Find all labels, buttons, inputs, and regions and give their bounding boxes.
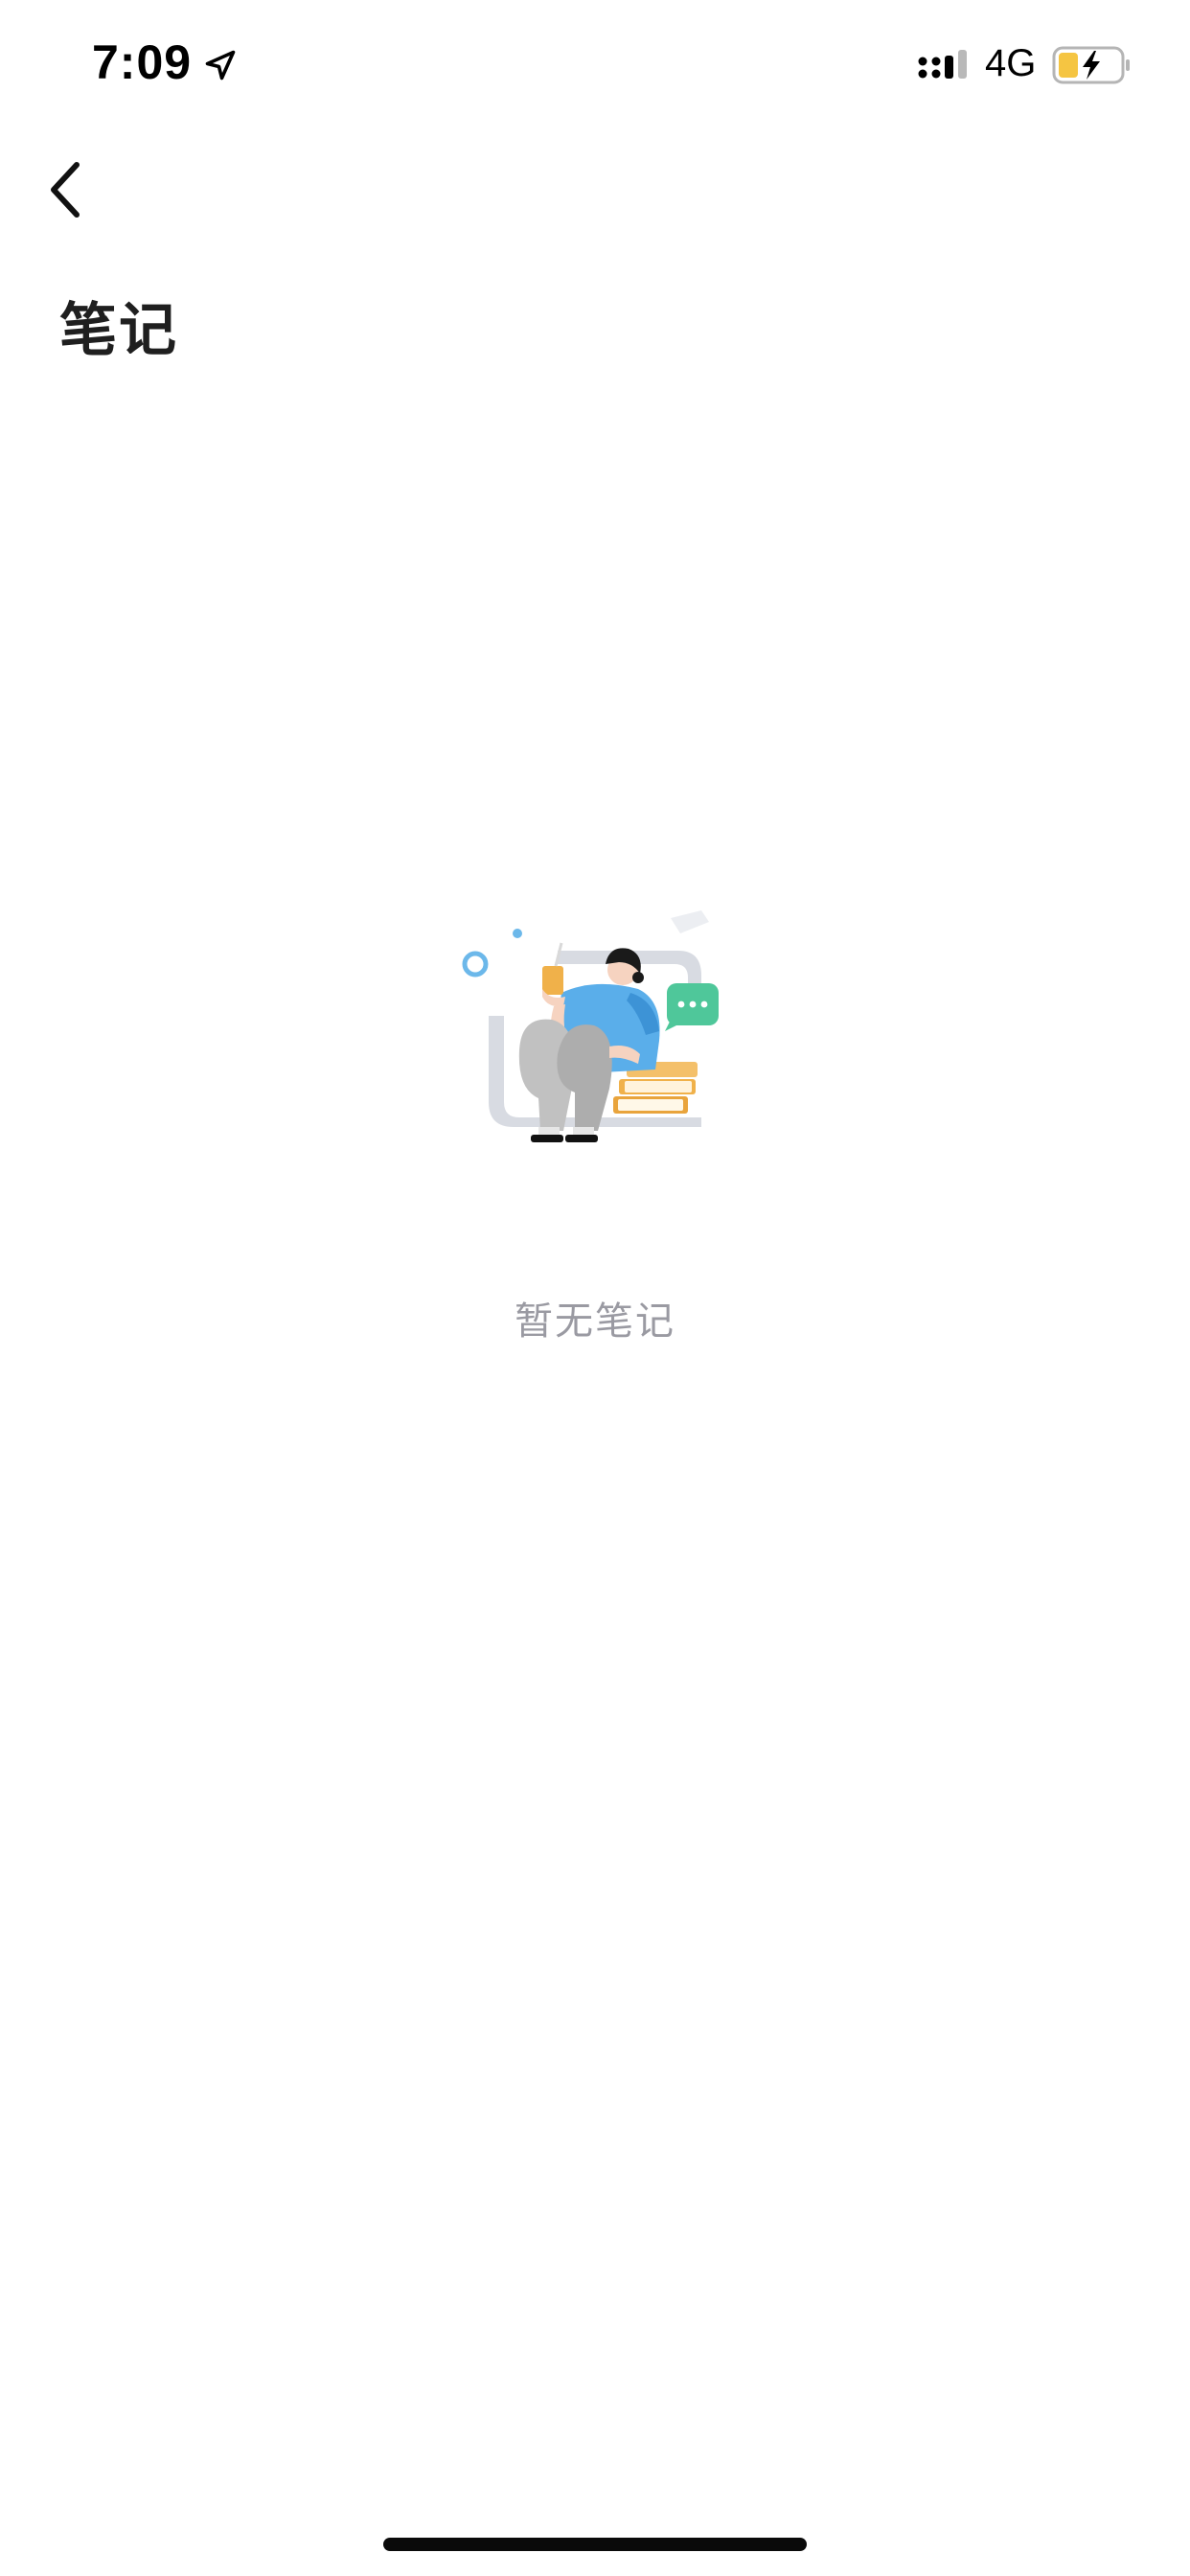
battery-charging-icon <box>1052 46 1130 84</box>
home-indicator[interactable] <box>383 2538 807 2551</box>
network-label: 4G <box>985 42 1037 84</box>
status-time: 7:09 <box>92 35 193 89</box>
chevron-left-icon <box>51 162 80 218</box>
cellular-signal-icon <box>918 50 967 79</box>
location-arrow-icon <box>205 50 236 80</box>
status-bar: 7:09 4G <box>0 0 1190 126</box>
empty-state-message: 暂无笔记 <box>515 1300 675 1344</box>
page-title: 笔记 <box>59 297 178 364</box>
back-button[interactable] <box>34 153 96 226</box>
empty-notes-illustration <box>462 910 719 1142</box>
